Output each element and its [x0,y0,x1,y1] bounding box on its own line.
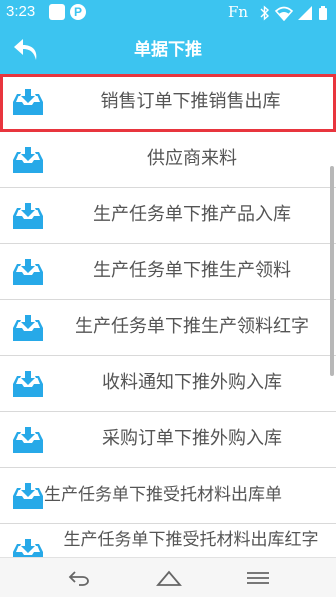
inbox-download-icon [13,427,43,453]
inbox-download-icon [13,147,43,173]
nav-home-button[interactable] [156,566,182,590]
list-item-label: 生产任务单下推受托材料出库单 [44,485,282,505]
back-button[interactable] [12,36,42,64]
app-notification-icon: P [70,4,86,20]
nav-back-icon [68,571,89,586]
app-bar: 单据下推 [0,26,336,74]
list-item-label: 生产任务单下推受托材料出库红字 [63,530,319,550]
list-item-8[interactable]: 生产任务单下推受托材料出库红字 [0,524,336,557]
back-arrow-icon [14,39,37,60]
status-icons [260,5,327,21]
page-title: 单据下推 [134,40,202,60]
list-item-label: 采购订单下推外购入库 [102,428,282,449]
inbox-download-icon [13,203,43,229]
nav-menu-icon [247,572,269,584]
document-push-list: 销售订单下推销售出库 供应商来料 生产任务单下推产品入库 生产任务单下推生产领料… [0,74,336,557]
list-item-label: 供应商来料 [147,148,237,169]
wifi-icon [274,6,294,21]
notification-square-icon [49,4,65,20]
list-item-7[interactable]: 生产任务单下推受托材料出库单 [0,468,336,524]
list-item-6[interactable]: 采购订单下推外购入库 [0,412,336,468]
inbox-download-icon [13,483,43,509]
scrollbar[interactable] [330,166,334,376]
bluetooth-icon [260,5,270,21]
inbox-download-icon [13,259,43,285]
list-item-2[interactable]: 生产任务单下推产品入库 [0,188,336,244]
list-item-label: 销售订单下推销售出库 [100,91,281,112]
nav-home-icon [156,570,182,586]
system-nav-bar [0,557,336,597]
list-item-1[interactable]: 供应商来料 [0,132,336,188]
battery-icon [319,6,327,20]
list-item-0[interactable]: 销售订单下推销售出库 [0,74,336,132]
inbox-download-icon [13,539,43,557]
list-item-label: 生产任务单下推生产领料 [93,260,291,281]
status-bar: 3:23 P Fn [0,0,336,26]
list-item-label: 生产任务单下推产品入库 [93,204,291,225]
list-item-4[interactable]: 生产任务单下推生产领料红字 [0,300,336,356]
list-item-label: 收料通知下推外购入库 [102,372,282,393]
list-item-5[interactable]: 收料通知下推外购入库 [0,356,336,412]
inbox-download-icon [13,315,43,341]
inbox-download-icon [13,371,43,397]
nav-back-button[interactable] [66,566,92,590]
fn-indicator: Fn [228,3,249,21]
list-item-3[interactable]: 生产任务单下推生产领料 [0,244,336,300]
signal-icon [298,6,312,20]
nav-menu-button[interactable] [245,566,271,590]
list-item-label: 生产任务单下推生产领料红字 [75,316,309,337]
status-time: 3:23 [6,3,36,20]
inbox-download-icon [13,89,43,115]
